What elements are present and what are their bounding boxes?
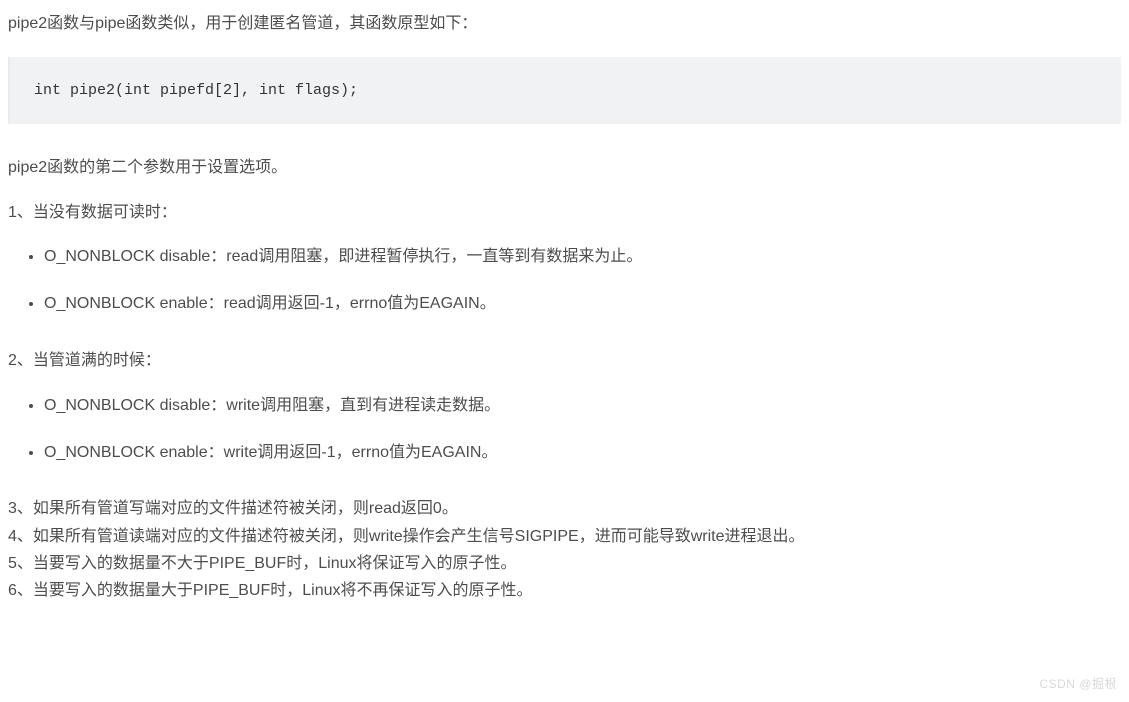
code-block: int pipe2(int pipefd[2], int flags);: [8, 57, 1121, 124]
numbered-lines: 3、如果所有管道写端对应的文件描述符被关闭，则read返回0。 4、如果所有管道…: [8, 495, 1121, 604]
line-5: 5、当要写入的数据量不大于PIPE_BUF时，Linux将保证写入的原子性。: [8, 550, 1121, 577]
param-description: pipe2函数的第二个参数用于设置选项。: [8, 154, 1121, 183]
code-text: int pipe2(int pipefd[2], int flags);: [34, 82, 358, 99]
list-item: O_NONBLOCK enable：write调用返回-1，errno值为EAG…: [44, 439, 1121, 468]
watermark: CSDN @掘根: [1039, 674, 1117, 696]
list-item: O_NONBLOCK enable：read调用返回-1，errno值为EAGA…: [44, 290, 1121, 319]
line-4: 4、如果所有管道读端对应的文件描述符被关闭，则write操作会产生信号SIGPI…: [8, 523, 1121, 550]
list-item: O_NONBLOCK disable：read调用阻塞，即进程暂停执行，一直等到…: [44, 243, 1121, 272]
line-6: 6、当要写入的数据量大于PIPE_BUF时，Linux将不再保证写入的原子性。: [8, 577, 1121, 604]
section-1-list: O_NONBLOCK disable：read调用阻塞，即进程暂停执行，一直等到…: [44, 243, 1121, 319]
section-2-label: 2、当管道满的时候：: [8, 347, 1121, 376]
list-item: O_NONBLOCK disable：write调用阻塞，直到有进程读走数据。: [44, 392, 1121, 421]
section-1-label: 1、当没有数据可读时：: [8, 199, 1121, 228]
line-3: 3、如果所有管道写端对应的文件描述符被关闭，则read返回0。: [8, 495, 1121, 522]
intro-paragraph: pipe2函数与pipe函数类似，用于创建匿名管道，其函数原型如下：: [8, 10, 1121, 39]
section-2-list: O_NONBLOCK disable：write调用阻塞，直到有进程读走数据。 …: [44, 392, 1121, 468]
